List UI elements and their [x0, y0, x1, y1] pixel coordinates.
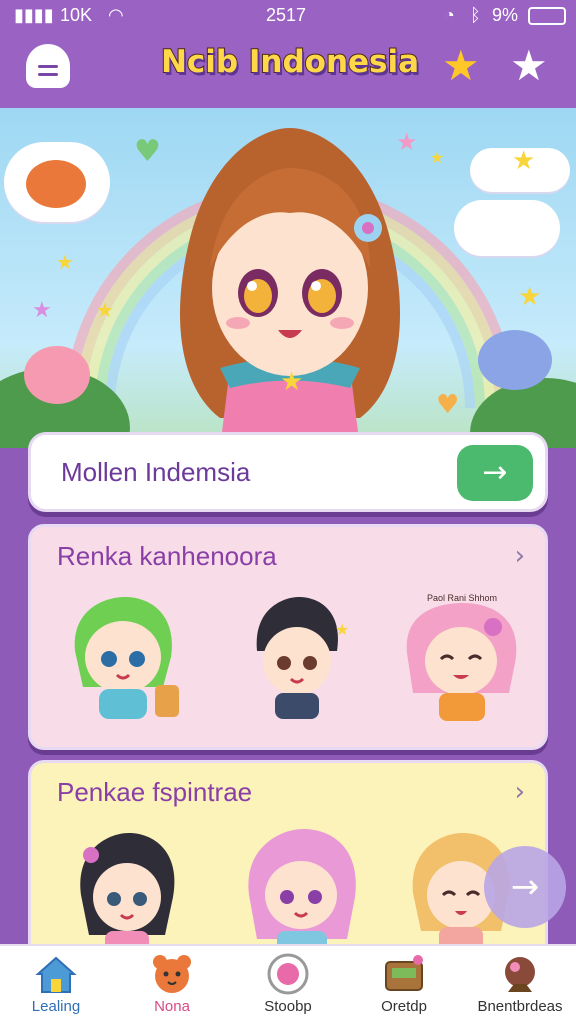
nav-label: Nona: [154, 998, 190, 1015]
dark-hair-boy-character[interactable]: ★: [237, 591, 357, 721]
chevron-right-icon[interactable]: ›: [515, 541, 525, 571]
battery-text: 9%: [492, 5, 519, 25]
search-input[interactable]: Mollen Indemsia: [61, 457, 250, 488]
star-icon: ★: [518, 282, 542, 312]
nav-label: Lealing: [31, 998, 81, 1015]
chest-icon: [385, 955, 423, 991]
arrow-right-icon: →: [482, 455, 508, 490]
menu-line: [38, 72, 58, 76]
section-card-1[interactable]: Renka kanhenoora › ★ Paol Rani Shhom: [28, 524, 548, 750]
smiling-blob-icon: [26, 160, 86, 208]
bottom-navigation: Lealing Nona Stoobp Oretdp Bnentbrdeas: [0, 944, 576, 1024]
arrow-right-icon: →: [510, 867, 540, 907]
section-title: Renka kanhenoora: [57, 541, 277, 571]
star-icon: ★: [96, 298, 114, 322]
star-icon: ★: [32, 298, 52, 323]
nav-item-0[interactable]: Lealing: [4, 952, 108, 1024]
globe-icon: [505, 957, 535, 992]
signal-icon: ▮▮▮▮: [14, 5, 54, 25]
blue-creature-icon: [478, 330, 552, 390]
badge-icon: [267, 953, 309, 995]
pink-hair-character[interactable]: [237, 821, 367, 961]
search-card: Mollen Indemsia →: [28, 432, 548, 512]
battery-icon: [528, 7, 566, 25]
app-header: Ncib Indonesia ★ ★: [0, 32, 576, 108]
bluetooth-icon: ᛒ: [470, 5, 481, 25]
section-card-2[interactable]: Penkae fspintrae ›: [28, 760, 548, 960]
green-hair-character[interactable]: [63, 591, 183, 721]
black-hair-girl-character[interactable]: [67, 825, 187, 955]
hero-banner: ♥ ♥ ★ ★ ★ ★ ★ ★ ★ ★: [0, 108, 576, 448]
section-title: Penkae fspintrae: [57, 777, 253, 807]
star-icon: ★: [512, 146, 536, 176]
clock-icon: ◔: [444, 5, 455, 25]
pink-creature-icon: [24, 346, 90, 404]
nav-item-2[interactable]: Stoobp: [236, 952, 340, 1024]
svg-text:★: ★: [280, 367, 303, 397]
heart-icon: ♥: [134, 134, 161, 169]
wifi-icon: ◠: [108, 5, 124, 25]
star-gold-icon[interactable]: ★: [442, 44, 480, 88]
bear-icon: [153, 955, 191, 993]
house-icon: [35, 956, 77, 993]
pink-hair-girl-character[interactable]: Paol Rani Shhom: [397, 583, 527, 723]
status-bar: ▮▮▮▮ 10K ◠ 2517 ◔ ᛒ 9%: [0, 0, 576, 32]
star-icon: ★: [56, 250, 74, 274]
character-sign: Paol Rani Shhom: [427, 593, 497, 603]
star-white-icon[interactable]: ★: [510, 44, 548, 88]
floating-next-button[interactable]: →: [484, 846, 566, 928]
app-title: Ncib Indonesia: [160, 43, 420, 81]
chevron-right-icon[interactable]: ›: [515, 777, 525, 807]
status-left: 10K: [60, 5, 93, 25]
status-time: 2517: [266, 5, 307, 25]
home-menu-button[interactable]: [26, 44, 70, 88]
svg-text:★: ★: [335, 620, 349, 639]
nav-item-1[interactable]: Nona: [120, 952, 224, 1024]
smiling-cloud: [454, 200, 560, 256]
nav-label: Bnentbrdeas: [477, 998, 563, 1015]
star-icon: ★: [430, 148, 445, 167]
nav-item-4[interactable]: Bnentbrdeas: [468, 952, 572, 1024]
nav-item-3[interactable]: Oretdp: [352, 952, 456, 1024]
menu-line: [38, 64, 58, 68]
nav-label: Oretdp: [381, 998, 427, 1015]
nav-label: Stoobp: [264, 998, 312, 1015]
go-button[interactable]: →: [457, 445, 533, 501]
anime-girl-illustration: ★: [180, 128, 400, 448]
heart-icon: ♥: [436, 390, 460, 420]
